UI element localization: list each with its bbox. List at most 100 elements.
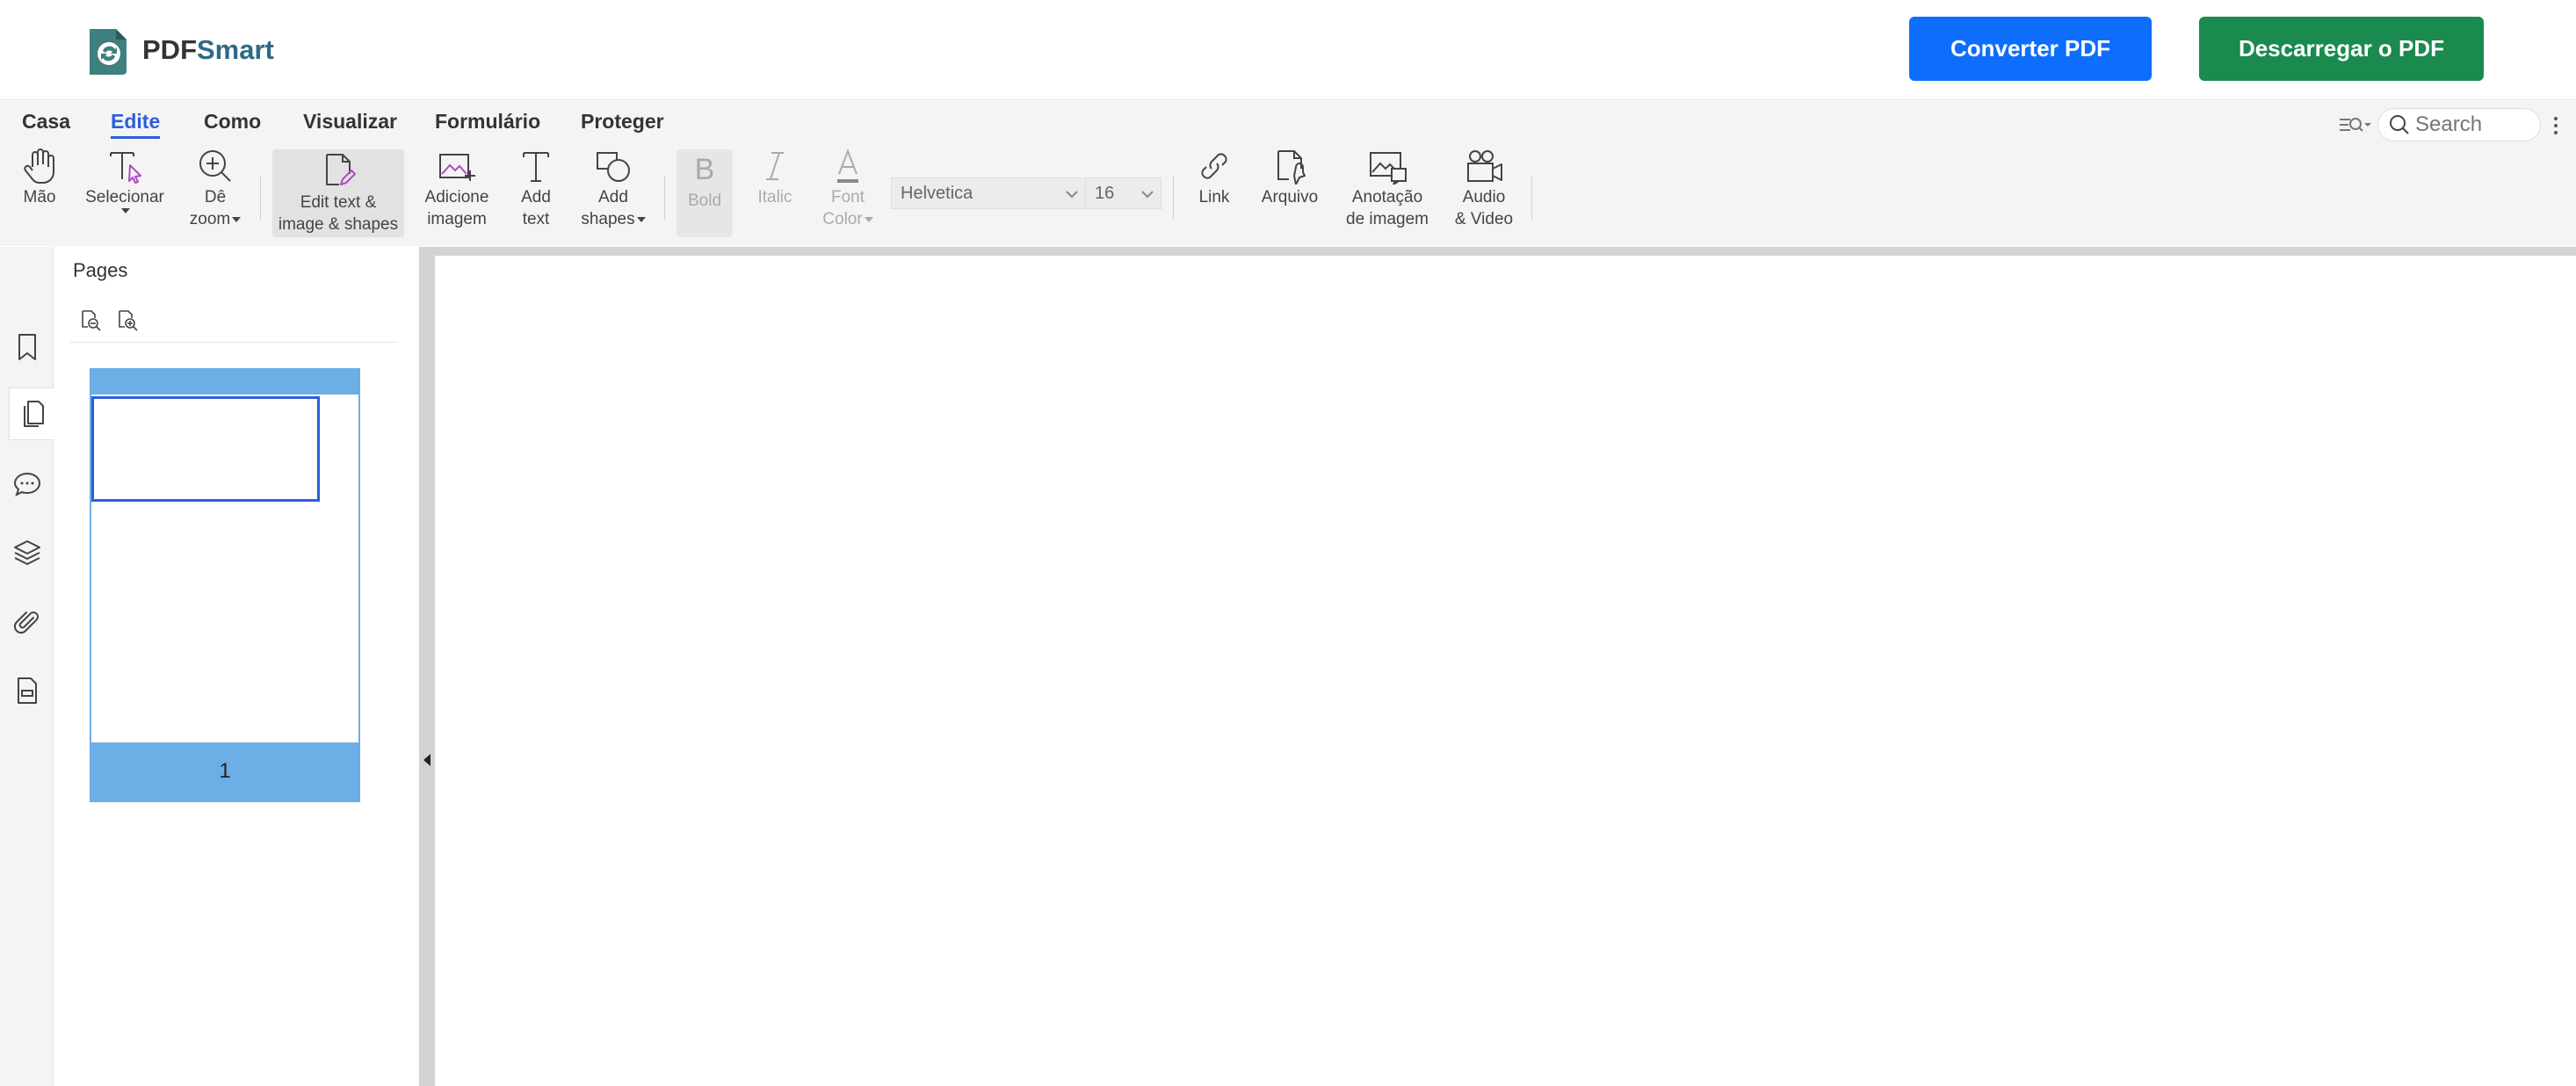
ribbon-toolbar: Casa Edite Como Visualizar Formulário Pr…: [0, 101, 2576, 246]
add-shapes-label-2: shapes: [581, 210, 635, 228]
link-label: Link: [1198, 188, 1230, 206]
audio-video-tool[interactable]: Audio & Video: [1450, 148, 1518, 235]
page-tools: [79, 308, 139, 331]
font-color-label-2: Color: [822, 210, 863, 228]
file-label: Arquivo: [1261, 188, 1319, 206]
tab-como[interactable]: Como: [204, 110, 261, 134]
select-tool[interactable]: Selecionar: [84, 148, 165, 235]
app-logo[interactable]: PDFSmart: [86, 25, 274, 76]
link-tool[interactable]: Link: [1191, 148, 1237, 235]
zoom-dropdown-caret[interactable]: [232, 216, 242, 222]
tab-formulario[interactable]: Formulário: [435, 110, 540, 134]
comments-icon: [13, 472, 41, 496]
image-annotation-label-2: de imagem: [1346, 210, 1429, 228]
find-options-icon[interactable]: [2337, 112, 2372, 138]
select-tool-label: Selecionar: [85, 188, 164, 206]
add-shapes-tool[interactable]: Add shapes: [576, 148, 650, 235]
zoom-out-pages-icon[interactable]: [79, 308, 102, 331]
font-size-select[interactable]: 16: [1086, 177, 1161, 209]
shapes-dropdown-caret[interactable]: [636, 216, 646, 222]
document-page[interactable]: [435, 256, 2576, 1086]
search-field[interactable]: [2377, 108, 2541, 141]
collapse-panel-icon[interactable]: [423, 754, 431, 766]
hand-tool-label: Mão: [23, 188, 56, 206]
pdfsmart-logo-icon: [86, 25, 130, 75]
font-color-button[interactable]: Font Color: [815, 148, 880, 235]
toolbar-separator: [664, 176, 665, 220]
tab-proteger[interactable]: Proteger: [581, 110, 664, 134]
attachment-icon: [13, 612, 39, 634]
download-pdf-button[interactable]: Descarregar o PDF: [2199, 17, 2484, 81]
bold-button[interactable]: B Bold: [677, 149, 733, 237]
font-family-value: Helvetica: [901, 183, 973, 203]
app-header: PDFSmart Converter PDF Descarregar o PDF: [0, 0, 2576, 100]
audio-video-label-1: Audio: [1462, 188, 1506, 206]
thumbnail-top-bar: [91, 370, 358, 395]
image-annotation-label-1: Anotação: [1351, 188, 1423, 206]
select-dropdown-caret[interactable]: [121, 208, 130, 214]
add-text-label-2: text: [522, 210, 550, 228]
panel-splitter[interactable]: [419, 247, 435, 1086]
zoom-tool[interactable]: Dê zoom: [185, 148, 246, 235]
sidebar-item-attachments[interactable]: [7, 596, 47, 648]
zoom-in-icon: [199, 150, 231, 182]
font-family-select[interactable]: Helvetica: [891, 177, 1086, 209]
pages-panel: Pages 1: [54, 247, 419, 1086]
edit-document-icon: [326, 154, 356, 185]
bold-label: Bold: [687, 192, 722, 210]
bold-icon: B: [695, 153, 715, 186]
file-tool[interactable]: Arquivo: [1255, 148, 1325, 235]
document-viewer[interactable]: [435, 247, 2576, 1086]
search-input[interactable]: [2415, 112, 2538, 137]
toolbar-separator: [1531, 176, 1532, 220]
image-annotation-tool[interactable]: Anotação de imagem: [1339, 148, 1436, 235]
tab-casa[interactable]: Casa: [22, 110, 70, 134]
sidebar-rail: [0, 247, 54, 1086]
sidebar-item-bookmarks[interactable]: [7, 321, 47, 373]
add-image-tool[interactable]: Adicione imagem: [418, 148, 496, 235]
zoom-in-pages-icon[interactable]: [116, 308, 139, 331]
audio-video-label-2: & Video: [1454, 210, 1514, 228]
bookmark-icon: [18, 334, 36, 360]
font-size-value: 16: [1095, 183, 1115, 203]
form-fields-icon: [18, 677, 37, 704]
sidebar-item-layers[interactable]: [7, 526, 47, 579]
toolbar-separator: [260, 176, 261, 220]
shapes-icon: [597, 152, 630, 182]
tab-edite[interactable]: Edite: [111, 110, 161, 139]
chevron-down-icon: [1141, 191, 1154, 199]
svg-text:B: B: [695, 153, 715, 186]
more-options-icon[interactable]: [2553, 115, 2562, 136]
font-color-icon: [837, 148, 858, 183]
zoom-tool-label-2: zoom: [189, 210, 231, 228]
thumbnail-page-number: 1: [91, 742, 358, 800]
font-color-dropdown-caret[interactable]: [864, 216, 873, 222]
hand-tool[interactable]: Mão: [16, 148, 63, 235]
convert-pdf-button[interactable]: Converter PDF: [1909, 17, 2152, 81]
pages-panel-title: Pages: [73, 259, 128, 281]
add-image-label-2: imagem: [427, 210, 487, 228]
add-text-label-1: Add: [521, 188, 551, 206]
thumbnail-viewport-indicator[interactable]: [91, 396, 320, 502]
sidebar-item-forms[interactable]: [7, 664, 47, 717]
zoom-tool-label-1: Dê: [204, 188, 227, 206]
hand-icon: [24, 148, 54, 184]
select-text-icon: [110, 152, 141, 184]
sidebar-item-comments[interactable]: [7, 458, 47, 510]
edit-tool-label-1: Edit text &: [300, 193, 377, 212]
tab-visualizar[interactable]: Visualizar: [303, 110, 397, 134]
sidebar-item-pages[interactable]: [9, 387, 54, 440]
page-thumbnail[interactable]: 1: [90, 368, 360, 802]
search-area: [2337, 108, 2541, 141]
toolbar-separator: [1173, 176, 1174, 220]
logo-wordmark: PDFSmart: [142, 34, 274, 65]
search-icon: [2390, 115, 2409, 134]
file-attach-icon: [1277, 150, 1306, 185]
italic-button[interactable]: Italic: [749, 148, 801, 235]
add-shapes-label-1: Add: [598, 188, 628, 206]
font-color-label-1: Font: [830, 188, 865, 206]
add-image-icon: [439, 154, 475, 181]
layers-icon: [14, 540, 40, 565]
edit-text-image-shapes-tool[interactable]: Edit text & image & shapes: [272, 149, 404, 237]
add-text-tool[interactable]: Add text: [513, 148, 559, 235]
